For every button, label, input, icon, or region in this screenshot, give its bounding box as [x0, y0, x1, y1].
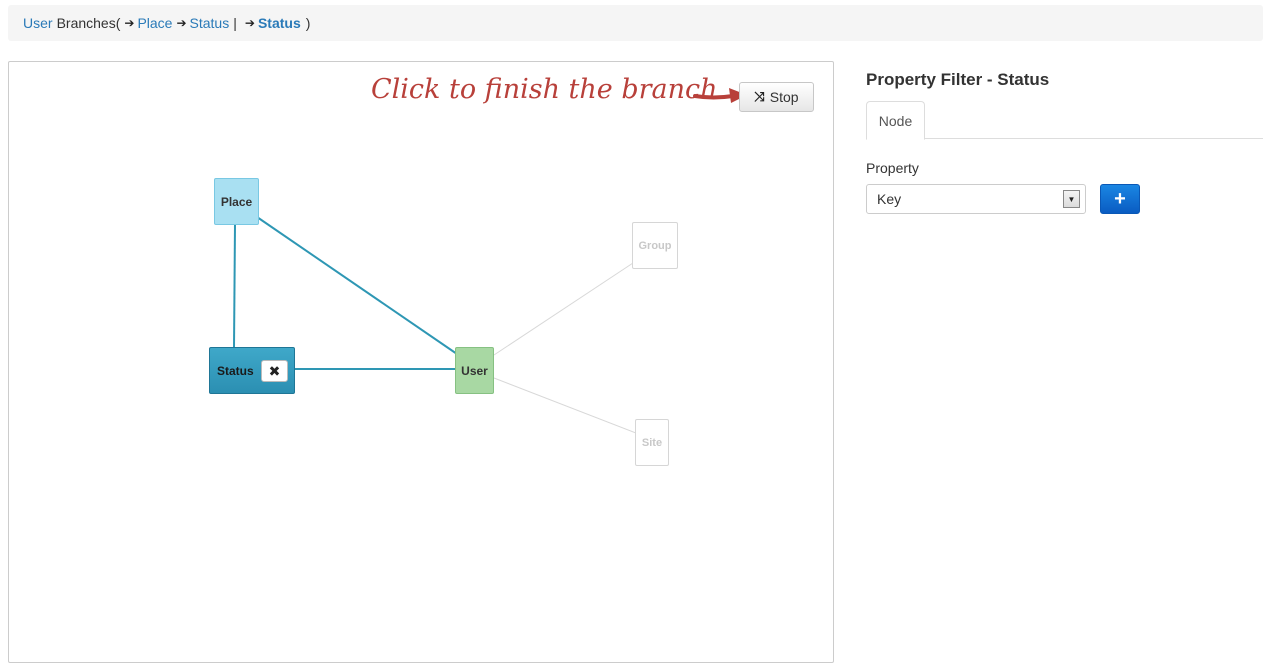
stop-button-label: Stop — [769, 89, 799, 105]
node-group[interactable]: Group — [632, 222, 678, 269]
edge-place-user — [256, 216, 458, 355]
node-status[interactable]: Status ✖ — [209, 347, 295, 394]
edge-user-group — [493, 262, 634, 356]
node-place-label: Place — [220, 194, 253, 209]
shuffle-icon: ⤨ — [754, 89, 765, 104]
node-status-label: Status — [217, 363, 254, 378]
stop-button[interactable]: ⤨ Stop — [739, 82, 814, 112]
close-icon: ✖ — [268, 362, 281, 379]
node-user-label: User — [461, 363, 488, 378]
breadcrumb-status-link[interactable]: Status — [190, 15, 230, 31]
node-site[interactable]: Site — [635, 419, 669, 466]
hint-text: Click to finish the branch — [371, 74, 718, 105]
breadcrumb: User Branches( ➔ Place ➔ Status | ➔ Stat… — [8, 5, 1263, 41]
edge-place-status — [233, 223, 236, 349]
breadcrumb-current: Status — [257, 15, 301, 31]
node-user[interactable]: User — [455, 347, 494, 394]
panel-tabs: Node — [866, 100, 1263, 140]
node-group-label: Group — [638, 239, 672, 252]
breadcrumb-close: ) — [305, 15, 311, 31]
property-label: Property — [866, 160, 919, 176]
node-site-label: Site — [641, 436, 663, 449]
chevron-down-icon[interactable]: ▼ — [1063, 190, 1080, 208]
graph-edges — [233, 216, 637, 434]
property-select[interactable]: Key ▼ — [866, 184, 1086, 214]
remove-node-button[interactable]: ✖ — [261, 360, 288, 382]
panel-title: Property Filter - Status — [866, 70, 1050, 89]
edge-user-site — [493, 377, 637, 434]
node-place[interactable]: Place — [214, 178, 259, 225]
breadcrumb-place-link[interactable]: Place — [137, 15, 172, 31]
add-filter-button[interactable]: + — [1100, 184, 1140, 214]
breadcrumb-branches-label: Branches( — [56, 15, 121, 31]
breadcrumb-user-link[interactable]: User — [23, 15, 53, 31]
tab-node[interactable]: Node — [866, 101, 925, 140]
breadcrumb-separator: | — [233, 15, 237, 31]
property-select-value: Key — [877, 191, 902, 207]
arrow-right-icon: ➔ — [124, 16, 135, 30]
arrow-right-icon: ➔ — [176, 16, 187, 30]
arrow-right-icon: ➔ — [244, 16, 255, 30]
graph-canvas[interactable]: Click to finish the branch ⤨ Stop Place … — [8, 61, 834, 663]
